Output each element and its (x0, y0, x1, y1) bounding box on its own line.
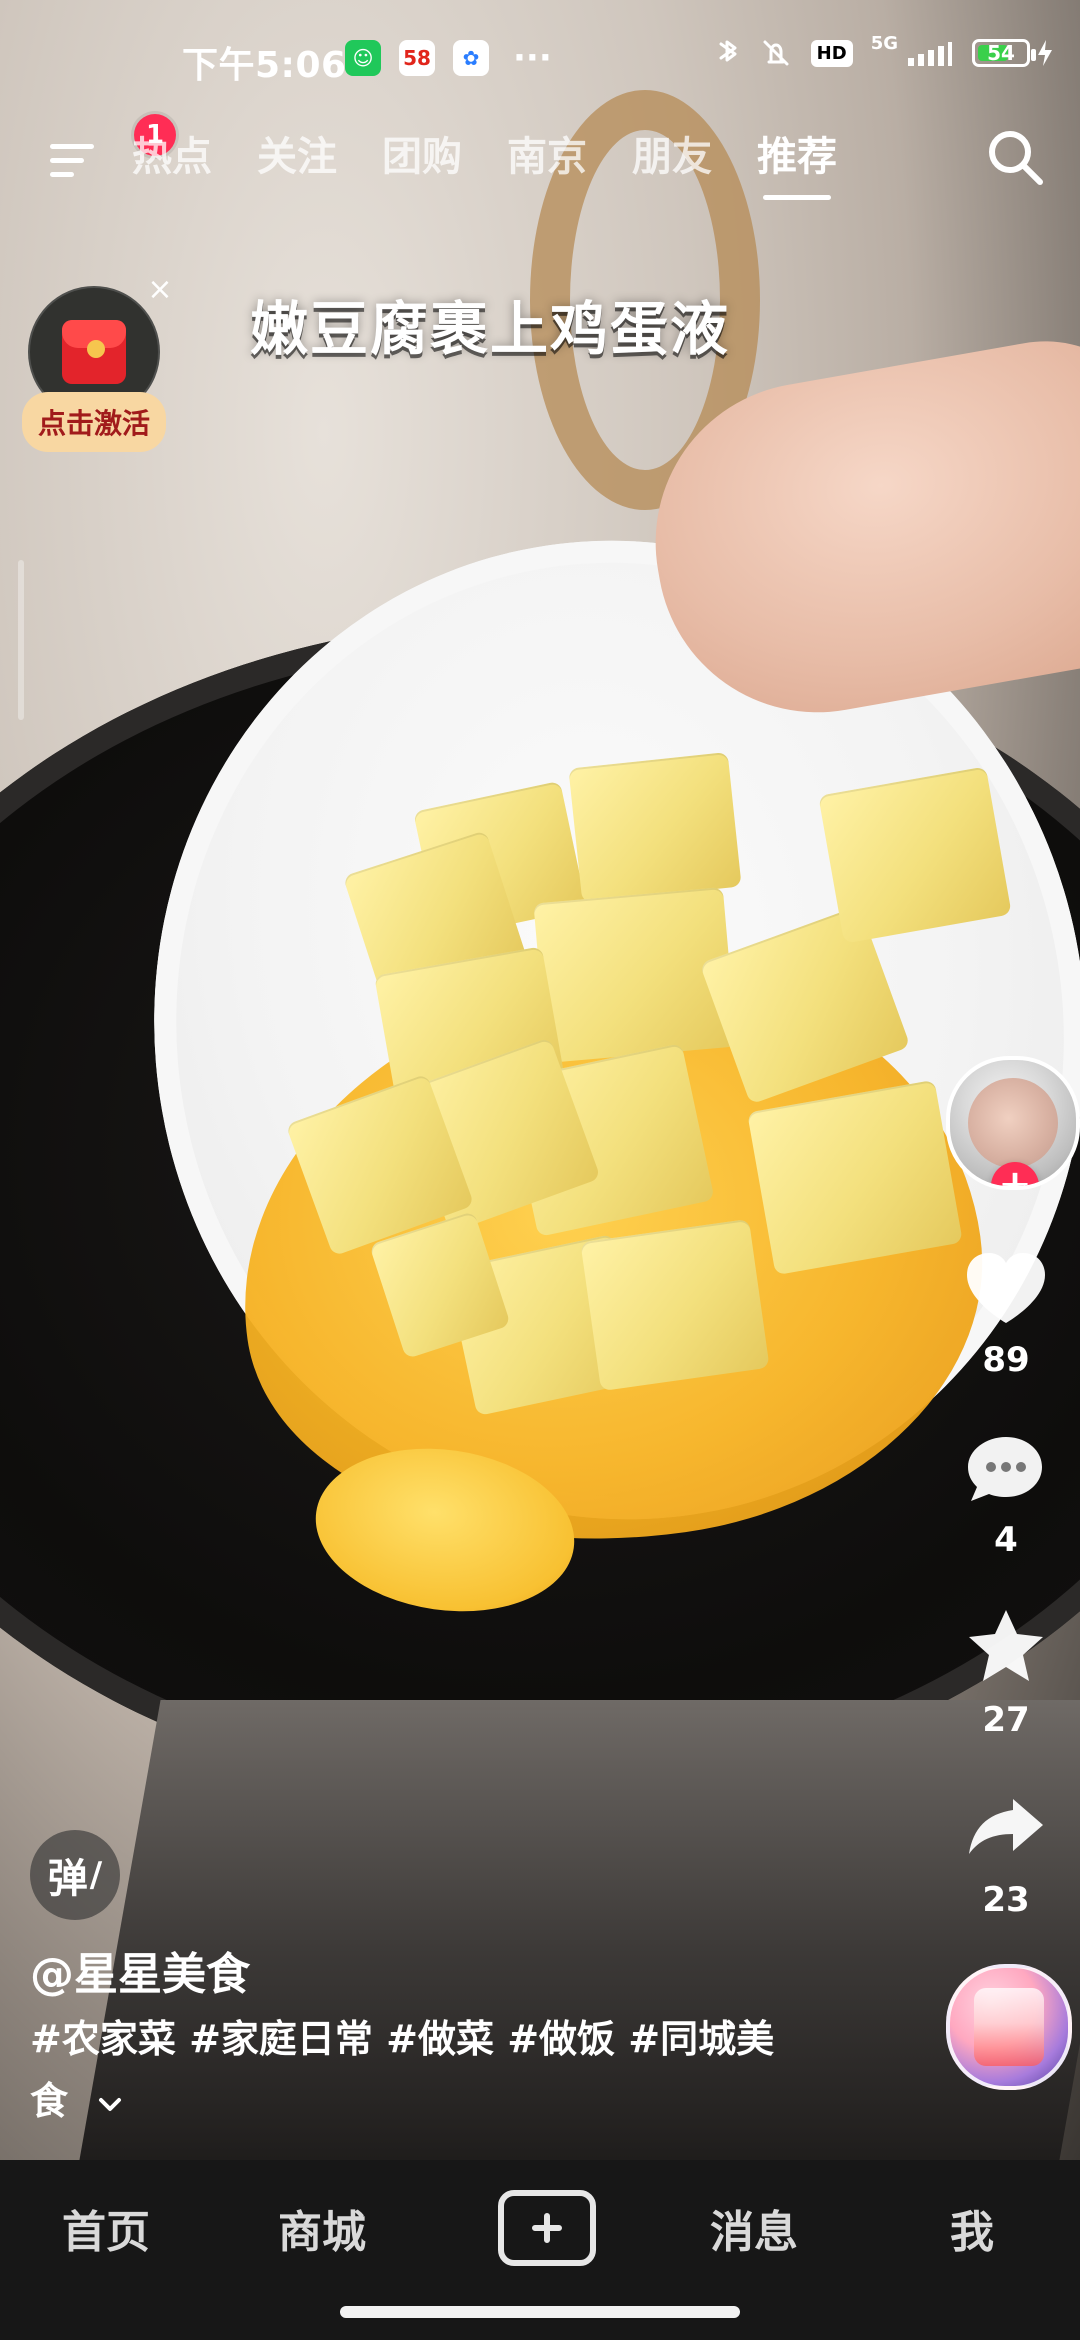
close-promo-button[interactable]: × (146, 275, 174, 305)
tab-hot[interactable]: 热点 (132, 124, 212, 182)
nav-mall[interactable]: 商城 (278, 2196, 366, 2260)
tab-recommended[interactable]: 推荐 (757, 124, 837, 200)
share-action[interactable]: 23 (946, 1784, 1066, 1920)
music-disc[interactable] (946, 1964, 1072, 2090)
top-tabs: 热点 关注 团购 南京 朋友 推荐 (132, 124, 837, 200)
bluetooth-icon (719, 40, 737, 62)
network-label: 5G (870, 32, 898, 54)
nav-messages[interactable]: 消息 (710, 2196, 798, 2260)
tab-following[interactable]: 关注 (257, 124, 337, 182)
menu-button[interactable]: 1 (40, 114, 176, 194)
red-envelope-icon (62, 320, 126, 384)
tab-group-buy[interactable]: 团购 (382, 124, 462, 182)
nav-home[interactable]: 首页 (62, 2196, 150, 2260)
creator-avatar[interactable]: + (946, 1056, 1080, 1190)
battery-icon: 54 (972, 39, 1036, 67)
comment-action[interactable]: 4 (946, 1424, 1066, 1560)
create-button[interactable] (498, 2190, 596, 2266)
creator-avatar-image (968, 1078, 1058, 1168)
search-icon[interactable] (980, 122, 1050, 192)
danmaku-label: 弹 (47, 1856, 88, 1902)
top-navigation: 1 热点 关注 团购 南京 朋友 推荐 (0, 112, 1080, 202)
hashtags-line-1: #农家菜 #家庭日常 #做菜 #做饭 #同城美 (30, 2017, 775, 2061)
hd-badge: HD (810, 39, 853, 67)
green-cat-icon: ☺ (345, 40, 381, 76)
tab-nanjing[interactable]: 南京 (507, 124, 587, 182)
plus-icon (532, 2213, 562, 2243)
menu-icon (50, 172, 74, 177)
creator-name[interactable]: @星星美食 (30, 1938, 250, 2002)
status-time: 下午5:06 (182, 45, 347, 86)
heart-icon (961, 1244, 1051, 1334)
chevron-down-icon[interactable] (95, 2094, 125, 2114)
red-envelope-seal (87, 340, 105, 358)
tofu-cube (818, 766, 1012, 944)
comment-count: 4 (994, 1520, 1018, 1560)
menu-icon (50, 158, 84, 163)
like-count: 89 (982, 1340, 1030, 1380)
tofu-cube (568, 752, 742, 903)
follow-button[interactable]: + (991, 1162, 1039, 1186)
home-indicator (340, 2306, 740, 2318)
58-icon: 58 (399, 40, 435, 76)
hashtags-line-2-text: 食 (30, 2079, 69, 2123)
left-scroll-indicator (18, 560, 24, 720)
promo-cta[interactable]: 点击激活 (22, 392, 167, 452)
mute-bell-icon (763, 40, 789, 66)
battery: 54 (972, 39, 1054, 67)
status-app-icons: ☺ 58 ✿ ··· (345, 38, 552, 78)
red-packet-promo[interactable]: × 点击激活 (22, 275, 178, 452)
tofu-cube (747, 1079, 963, 1276)
hashtags-line-2: 食 (30, 2070, 820, 2132)
favorite-count: 27 (982, 1700, 1030, 1740)
like-action[interactable]: 89 (946, 1244, 1066, 1380)
status-system-icons: HD 5G 54 (715, 32, 1054, 70)
share-count: 23 (982, 1880, 1030, 1920)
nav-me[interactable]: 我 (950, 2196, 994, 2260)
more-status-icon: ··· (513, 38, 552, 78)
star-icon (961, 1604, 1051, 1694)
tofu-cube (580, 1218, 770, 1392)
favorite-action[interactable]: 27 (946, 1604, 1066, 1740)
colorful-app-icon: ✿ (453, 40, 489, 76)
tab-friends[interactable]: 朋友 (632, 124, 712, 182)
signal-bars-icon (908, 42, 952, 66)
hashtags[interactable]: #农家菜 #家庭日常 #做菜 #做饭 #同城美 食 (30, 2008, 820, 2132)
video-caption-overlay: 嫩豆腐裹上鸡蛋液 (250, 295, 731, 363)
comment-icon (961, 1424, 1051, 1514)
right-action-rail: + 89 4 27 23 (946, 1056, 1080, 2090)
danmaku-toggle[interactable]: 弹 ∕ (30, 1830, 120, 1920)
danmaku-slash-icon: ∕ (89, 1855, 103, 1895)
menu-icon (50, 144, 94, 149)
charging-bolt-icon (1038, 40, 1052, 66)
video-feed-screen: 下午5:06 ☺ 58 ✿ ··· HD 5G 54 1 热点 关注 团购 南京… (0, 0, 1080, 2340)
battery-percent: 54 (987, 41, 1015, 65)
share-arrow-icon (961, 1784, 1051, 1874)
status-bar: 下午5:06 ☺ 58 ✿ ··· HD 5G 54 (0, 0, 1080, 120)
